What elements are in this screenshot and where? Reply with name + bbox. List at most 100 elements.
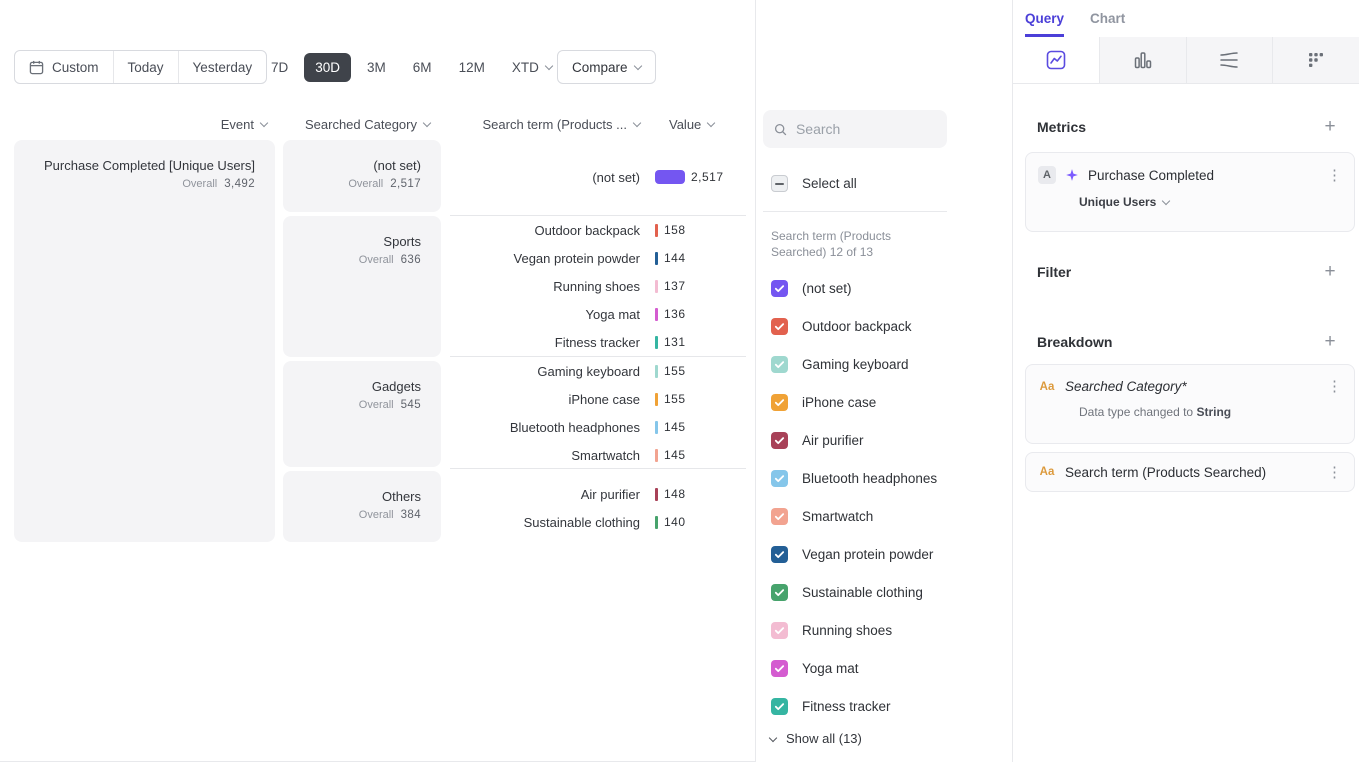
term-label: Running shoes	[450, 279, 640, 294]
custom-date-button[interactable]: Custom	[15, 51, 114, 83]
filter-item-running-shoes[interactable]: Running shoes	[771, 611, 1001, 649]
filter-item-bluetooth-headphones[interactable]: Bluetooth headphones	[771, 459, 1001, 497]
event-sparkle-icon	[1065, 168, 1079, 182]
checkbox-checked[interactable]	[771, 318, 788, 335]
event-header-label: Event	[221, 117, 254, 132]
filter-item-vegan-protein-powder[interactable]: Vegan protein powder	[771, 535, 1001, 573]
value-bar	[655, 252, 658, 265]
category-cell: GadgetsOverall545	[283, 361, 441, 467]
filter-item-label: Smartwatch	[802, 509, 873, 524]
metrics-heading: Metrics	[1037, 119, 1086, 135]
filter-item-outdoor-backpack[interactable]: Outdoor backpack	[771, 307, 1001, 345]
filter-item-sustainable-clothing[interactable]: Sustainable clothing	[771, 573, 1001, 611]
overall-value: 545	[401, 399, 421, 411]
checkbox-checked[interactable]	[771, 394, 788, 411]
filter-item-gaming-keyboard[interactable]: Gaming keyboard	[771, 345, 1001, 383]
filter-item-list: (not set) Outdoor backpack Gaming keyboard…	[771, 269, 1001, 725]
kebab-menu-icon[interactable]: ⋮	[1327, 168, 1342, 183]
value-cell: 155	[655, 364, 686, 378]
calendar-icon	[29, 60, 44, 75]
overall-value: 2,517	[390, 178, 421, 190]
filter-item-yoga-mat[interactable]: Yoga mat	[771, 649, 1001, 687]
term-value-column: (not set)2,517Outdoor backpack158Vegan p…	[450, 0, 746, 762]
value-bar	[655, 421, 658, 434]
checkbox-checked[interactable]	[771, 622, 788, 639]
report-type-flows[interactable]	[1186, 37, 1273, 83]
select-all-checkbox[interactable]	[771, 175, 788, 192]
category-name: Gadgets	[283, 378, 421, 396]
range-30d-button[interactable]: 30D	[304, 53, 351, 82]
value-number: 155	[664, 392, 686, 406]
check-icon	[774, 549, 785, 560]
range-3m-button[interactable]: 3M	[356, 53, 397, 82]
table-row: Running shoes 137	[450, 272, 746, 300]
show-all-button[interactable]: Show all (13)	[770, 731, 862, 746]
filter-item-iphone-case[interactable]: iPhone case	[771, 383, 1001, 421]
category-overall: Overall2,517	[283, 178, 421, 190]
checkbox-checked[interactable]	[771, 660, 788, 677]
filter-item-smartwatch[interactable]: Smartwatch	[771, 497, 1001, 535]
metric-card-row: A Purchase Completed ⋮	[1038, 166, 1342, 184]
add-breakdown-button[interactable]: +	[1321, 333, 1339, 351]
today-button[interactable]: Today	[114, 51, 179, 83]
kebab-menu-icon[interactable]: ⋮	[1327, 465, 1342, 480]
column-header-event[interactable]: Event	[14, 117, 267, 132]
search-input[interactable]	[796, 121, 936, 137]
yesterday-button[interactable]: Yesterday	[179, 51, 267, 83]
value-number: 136	[664, 307, 686, 321]
tab-query[interactable]: Query	[1025, 0, 1064, 37]
range-7d-button[interactable]: 7D	[260, 53, 299, 82]
checkbox-checked[interactable]	[771, 470, 788, 487]
checkbox-checked[interactable]	[771, 356, 788, 373]
overall-label: Overall	[182, 178, 217, 190]
select-all-control[interactable]: Select all	[771, 175, 857, 192]
checkbox-checked[interactable]	[771, 432, 788, 449]
breakdown-card-row: Aa Search term (Products Searched) ⋮	[1038, 465, 1342, 480]
checkbox-checked[interactable]	[771, 280, 788, 297]
today-label: Today	[128, 60, 164, 75]
checkbox-checked[interactable]	[771, 546, 788, 563]
yesterday-label: Yesterday	[193, 60, 253, 75]
filter-item-not-set[interactable]: (not set)	[771, 269, 1001, 307]
breakdown-card-search-term[interactable]: Aa Search term (Products Searched) ⋮	[1025, 452, 1355, 492]
metric-card[interactable]: A Purchase Completed ⋮ Unique Users	[1025, 152, 1355, 232]
table-row: Smartwatch145	[450, 441, 746, 469]
string-property-icon: Aa	[1038, 466, 1056, 478]
filter-item-label: (not set)	[802, 281, 852, 296]
range-6m-button[interactable]: 6M	[402, 53, 443, 82]
checkbox-checked[interactable]	[771, 508, 788, 525]
filter-item-label: Yoga mat	[802, 661, 859, 676]
filter-item-air-purifier[interactable]: Air purifier	[771, 421, 1001, 459]
column-header-category[interactable]: Searched Category	[283, 117, 430, 132]
report-type-funnels[interactable]	[1099, 37, 1186, 83]
filter-item-fitness-tracker[interactable]: Fitness tracker	[771, 687, 1001, 725]
term-group: Air purifier148Sustainable clothing140	[450, 469, 746, 542]
tab-chart[interactable]: Chart	[1090, 0, 1125, 37]
chevron-down-icon	[769, 734, 777, 742]
line-chart-icon	[1046, 50, 1066, 70]
checkbox-checked[interactable]	[771, 698, 788, 715]
term-label: Sustainable clothing	[450, 515, 640, 530]
breakdown-card-searched-category[interactable]: Aa Searched Category* ⋮ Data type change…	[1025, 364, 1355, 444]
breakdown-title: Searched Category*	[1065, 379, 1187, 394]
term-label: Outdoor backpack	[450, 223, 640, 238]
select-all-label: Select all	[802, 176, 857, 191]
add-metric-button[interactable]: +	[1321, 118, 1339, 136]
value-bar	[655, 449, 658, 462]
report-type-insights[interactable]	[1013, 37, 1099, 83]
kebab-menu-icon[interactable]: ⋮	[1327, 379, 1342, 394]
value-cell: 158	[655, 223, 686, 237]
query-panel: Query Chart Metrics + A Purchase Comple	[1013, 0, 1359, 762]
value-number: 155	[664, 364, 686, 378]
subtitle-value: String	[1196, 405, 1231, 419]
filter-item-label: Outdoor backpack	[802, 319, 912, 334]
measure-selector[interactable]: Unique Users	[1079, 195, 1342, 209]
value-cell: 137	[655, 279, 686, 293]
value-cell: 155	[655, 392, 686, 406]
term-label: Bluetooth headphones	[450, 420, 640, 435]
checkbox-checked[interactable]	[771, 584, 788, 601]
filter-heading: Filter	[1037, 264, 1071, 280]
add-filter-button[interactable]: +	[1321, 263, 1339, 281]
report-type-retention[interactable]	[1272, 37, 1359, 83]
check-icon	[774, 701, 785, 712]
